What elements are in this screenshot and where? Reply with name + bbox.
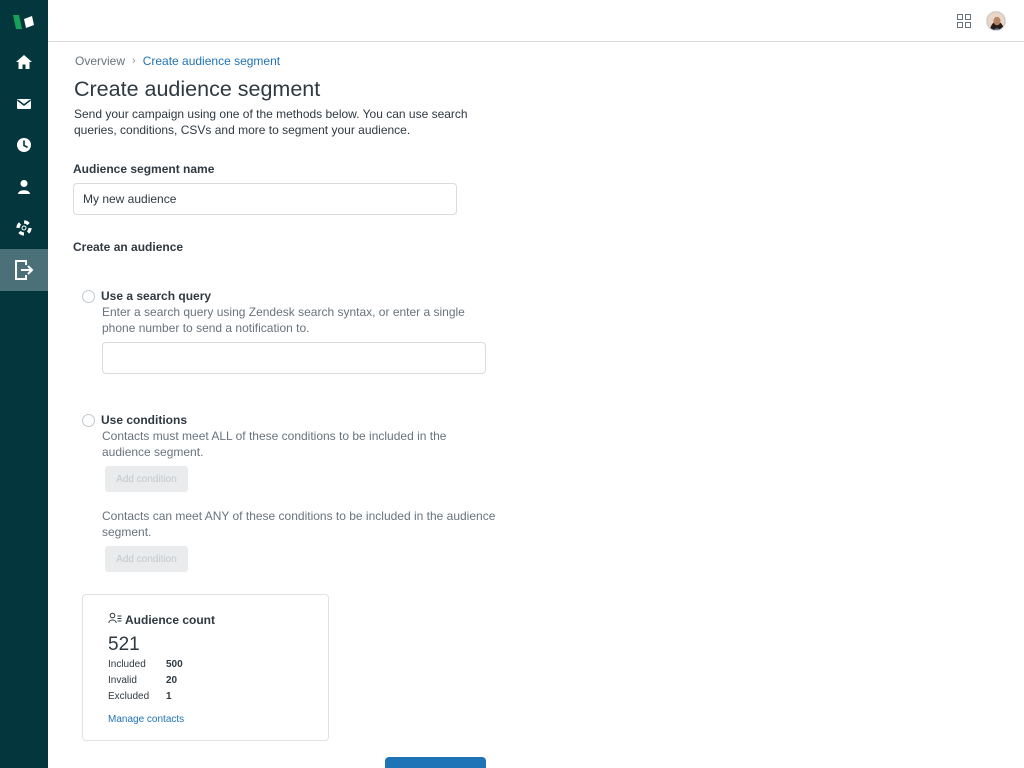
lifebuoy-icon xyxy=(16,220,32,236)
conditions-all-hint: Contacts must meet ALL of these conditio… xyxy=(102,429,447,459)
main-content: Overview › Create audience segment Creat… xyxy=(48,42,1024,768)
audience-count-title: Audience count xyxy=(125,612,216,627)
users-list-icon xyxy=(108,612,125,627)
manage-contacts-link[interactable]: Manage contacts xyxy=(108,714,184,725)
breadcrumb: Overview › Create audience segment xyxy=(75,54,280,68)
zendesk-logo[interactable] xyxy=(12,12,36,32)
user-icon xyxy=(17,179,31,195)
breadcrumb-overview[interactable]: Overview xyxy=(75,54,125,68)
sidebar-item-help[interactable] xyxy=(0,207,48,249)
mail-icon xyxy=(16,97,32,111)
sidebar-item-activity[interactable] xyxy=(0,124,48,166)
chevron-right-icon: › xyxy=(132,55,136,67)
primary-action-button[interactable] xyxy=(385,757,486,768)
sidebar-item-mail[interactable] xyxy=(0,83,48,125)
home-icon xyxy=(15,54,33,70)
stat-value: 500 xyxy=(166,659,183,670)
conditions-label[interactable]: Use conditions xyxy=(101,413,187,427)
search-query-label[interactable]: Use a search query xyxy=(101,289,211,303)
audience-count-total: 521 xyxy=(108,634,140,655)
stat-row-included: Included 500 xyxy=(108,659,183,670)
conditions-radio[interactable] xyxy=(82,414,95,427)
stat-row-invalid: Invalid 20 xyxy=(108,675,177,686)
stat-label: Excluded xyxy=(108,691,150,702)
audience-count-card: Audience count 521 Included 500 Invalid … xyxy=(82,594,329,741)
breadcrumb-current[interactable]: Create audience segment xyxy=(143,54,280,68)
stat-row-excluded: Excluded 1 xyxy=(108,691,172,702)
grid-apps-icon[interactable] xyxy=(957,14,971,33)
top-bar xyxy=(48,0,1024,42)
audience-count-header: Audience count xyxy=(108,612,215,627)
segment-name-label: Audience segment name xyxy=(73,162,215,176)
sidebar-item-campaigns[interactable] xyxy=(0,249,48,291)
stat-value: 1 xyxy=(166,691,172,702)
search-query-radio[interactable] xyxy=(82,290,95,303)
campaign-exit-icon xyxy=(14,259,34,281)
stat-label: Invalid xyxy=(108,675,137,686)
add-condition-any-button[interactable]: Add condition xyxy=(105,546,188,572)
stat-label: Included xyxy=(108,659,146,670)
page-title: Create audience segment xyxy=(74,77,321,101)
sidebar-item-home[interactable] xyxy=(0,41,48,83)
search-query-input[interactable] xyxy=(102,342,486,374)
create-audience-heading: Create an audience xyxy=(73,240,184,254)
sidebar xyxy=(0,0,48,768)
add-condition-all-button[interactable]: Add condition xyxy=(105,466,188,492)
conditions-any-hint: Contacts can meet ANY of these condition… xyxy=(102,509,496,539)
search-query-hint: Enter a search query using Zendesk searc… xyxy=(102,305,465,335)
stat-value: 20 xyxy=(166,675,178,686)
sidebar-item-contacts[interactable] xyxy=(0,166,48,208)
page-description: Send your campaign using one of the meth… xyxy=(74,107,468,137)
avatar[interactable] xyxy=(986,11,1006,31)
clock-icon xyxy=(16,137,32,153)
segment-name-input[interactable] xyxy=(73,183,457,215)
